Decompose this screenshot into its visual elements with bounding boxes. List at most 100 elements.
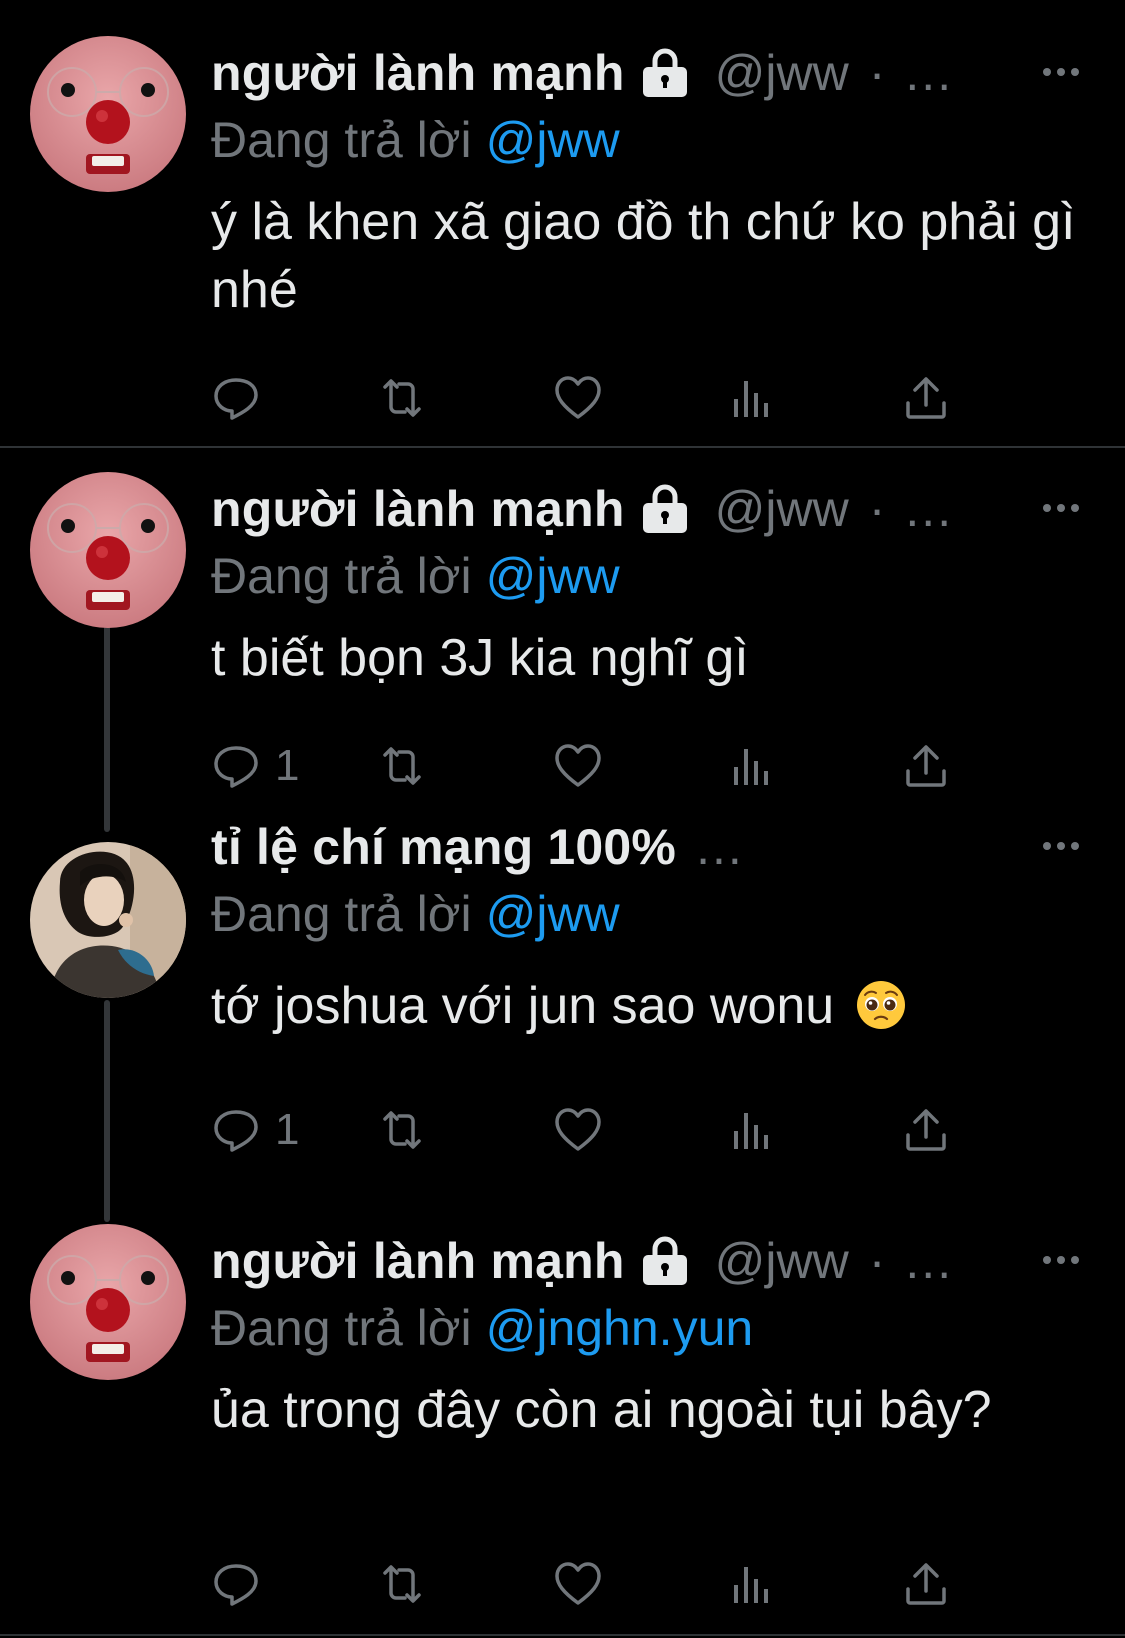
more-horizontal-icon [1043,1256,1079,1264]
like-button[interactable] [553,1102,603,1158]
replying-label: Đang trả lời [211,1300,472,1356]
replying-label: Đang trả lời [211,886,472,942]
pleading-face-emoji [855,979,907,1031]
retweet-icon [383,1111,421,1149]
handle[interactable]: @jww [715,44,849,102]
truncation: ... [696,819,744,875]
separator: · [868,481,886,537]
replying-to: Đang trả lời @jww [211,542,1085,610]
reply-button[interactable]: 1 [211,738,299,794]
share-button[interactable] [901,738,951,794]
pink-plush-avatar [30,472,186,628]
tweet-text: t biết bọn 3J kia nghĩ gì [211,629,749,687]
retweet-icon [383,379,421,417]
replying-to: Đang trả lời @jnghn.yun [211,1294,1085,1362]
reply-button[interactable] [211,370,275,426]
action-bar [211,1556,1011,1612]
share-button[interactable] [901,1102,951,1158]
reply-button[interactable] [211,1556,275,1612]
display-name[interactable]: tỉ lệ chí mạng 100% [211,818,676,876]
reply-icon [214,378,258,420]
like-icon [555,1562,601,1605]
display-name[interactable]: người lành mạnh [211,1232,625,1290]
tweet-text-content: tớ joshua với jun sao wonu [211,977,835,1035]
replying-to: Đang trả lời @jww [211,880,1085,948]
reply-handle-link[interactable]: @jww [486,112,620,168]
handle[interactable]: @jww [715,1232,849,1290]
share-icon [906,1563,946,1605]
share-icon [906,745,946,787]
views-button[interactable] [727,738,777,794]
photo-avatar [30,842,186,998]
replying-label: Đang trả lời [211,112,472,168]
tweet-text: tớ joshua với jun sao wonu [211,972,1085,1040]
replying-to: Đang trả lời @jww [211,106,1085,174]
avatar[interactable] [30,36,186,192]
retweet-button[interactable] [377,1556,427,1612]
retweet-button[interactable] [377,738,427,794]
retweet-button[interactable] [377,370,427,426]
action-bar: 1 [211,1102,1011,1158]
like-icon [555,744,601,787]
tweet-text: ý là khen xã giao đồ th chứ ko phải gì n… [211,193,1076,319]
reply-count: 1 [275,1105,300,1154]
divider [0,1634,1125,1636]
views-icon [734,1113,768,1149]
like-icon [555,376,601,419]
divider [0,446,1125,448]
more-button[interactable] [1041,498,1081,518]
reply-icon [214,746,258,788]
more-button[interactable] [1041,836,1081,856]
reply-handle-link[interactable]: @jnghn.yun [486,1300,754,1356]
action-bar [211,370,1011,426]
more-button[interactable] [1041,62,1081,82]
separator: · [868,1233,886,1289]
thread-line [104,1000,110,1222]
more-horizontal-icon [1043,842,1079,850]
tweet-feed: người lành mạnh @jww · ... Đang trả lời … [0,0,1125,1638]
lock-icon [637,484,693,534]
views-button[interactable] [727,1102,777,1158]
more-button[interactable] [1041,1250,1081,1270]
share-icon [906,1109,946,1151]
lock-icon [637,1236,693,1286]
avatar[interactable] [30,842,186,998]
display-name[interactable]: người lành mạnh [211,44,625,102]
like-button[interactable] [553,370,603,426]
retweet-button[interactable] [377,1102,427,1158]
pink-plush-avatar [30,1224,186,1380]
reply-count: 1 [275,741,300,790]
reply-button[interactable]: 1 [211,1102,299,1158]
like-button[interactable] [553,738,603,794]
like-icon [555,1108,601,1151]
views-icon [734,1567,768,1603]
pink-plush-avatar [30,36,186,192]
views-icon [734,749,768,785]
avatar[interactable] [30,1224,186,1380]
reply-handle-link[interactable]: @jww [486,886,620,942]
separator: · [868,45,886,101]
reply-handle-link[interactable]: @jww [486,548,620,604]
truncation: ... [905,45,954,101]
action-bar: 1 [211,738,1011,794]
tweet-text: ủa trong đây còn ai ngoài tụi bây? [211,1381,992,1439]
more-horizontal-icon [1043,504,1079,512]
share-button[interactable] [901,370,951,426]
handle[interactable]: @jww [715,480,849,538]
display-name[interactable]: người lành mạnh [211,480,625,538]
views-button[interactable] [727,370,777,426]
views-icon [734,381,768,417]
lock-icon [637,48,693,98]
truncation: ... [905,481,954,537]
views-button[interactable] [727,1556,777,1612]
share-button[interactable] [901,1556,951,1612]
reply-icon [214,1564,258,1606]
avatar[interactable] [30,472,186,628]
reply-icon [214,1110,258,1152]
replying-label: Đang trả lời [211,548,472,604]
like-button[interactable] [553,1556,603,1612]
more-horizontal-icon [1043,68,1079,76]
retweet-icon [383,1565,421,1603]
truncation: ... [905,1233,954,1289]
retweet-icon [383,747,421,785]
